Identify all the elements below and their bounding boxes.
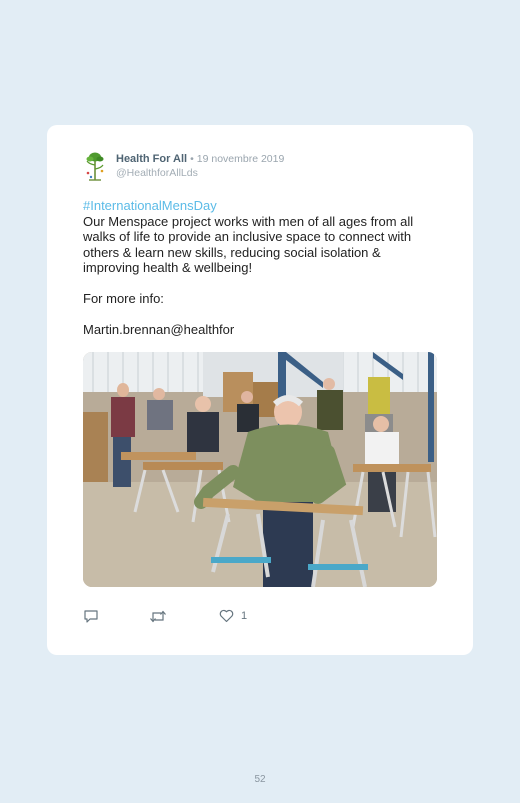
tweet-text: #InternationalMensDay Our Menspace proje… bbox=[83, 198, 435, 338]
retweet-icon bbox=[150, 610, 166, 623]
tweet-body: Our Menspace project works with men of a… bbox=[83, 213, 414, 276]
heart-icon bbox=[219, 609, 234, 623]
tweet-photo[interactable] bbox=[83, 352, 437, 587]
reply-icon bbox=[84, 610, 98, 623]
author-name[interactable]: Health For All bbox=[116, 153, 187, 165]
author-line: Health For All • 19 novembre 2019 bbox=[116, 153, 284, 165]
more-info-label: For more info: bbox=[83, 291, 164, 306]
email-text: Martin.brennan@healthfor bbox=[83, 322, 235, 337]
tweet-card: Health For All • 19 novembre 2019 @Healt… bbox=[47, 125, 473, 655]
reply-button[interactable] bbox=[83, 609, 99, 624]
page-number: 52 bbox=[254, 774, 266, 785]
hashtag-link[interactable]: #InternationalMensDay bbox=[83, 198, 435, 214]
like-count: 1 bbox=[241, 610, 248, 622]
like-button[interactable]: 1 bbox=[219, 609, 247, 623]
avatar[interactable] bbox=[82, 151, 108, 183]
retweet-button[interactable] bbox=[149, 609, 167, 624]
tweet-actions: 1 bbox=[83, 609, 283, 629]
author-handle[interactable]: @HealthforAllLds bbox=[116, 167, 198, 179]
tweet-date[interactable]: • 19 novembre 2019 bbox=[190, 153, 284, 165]
